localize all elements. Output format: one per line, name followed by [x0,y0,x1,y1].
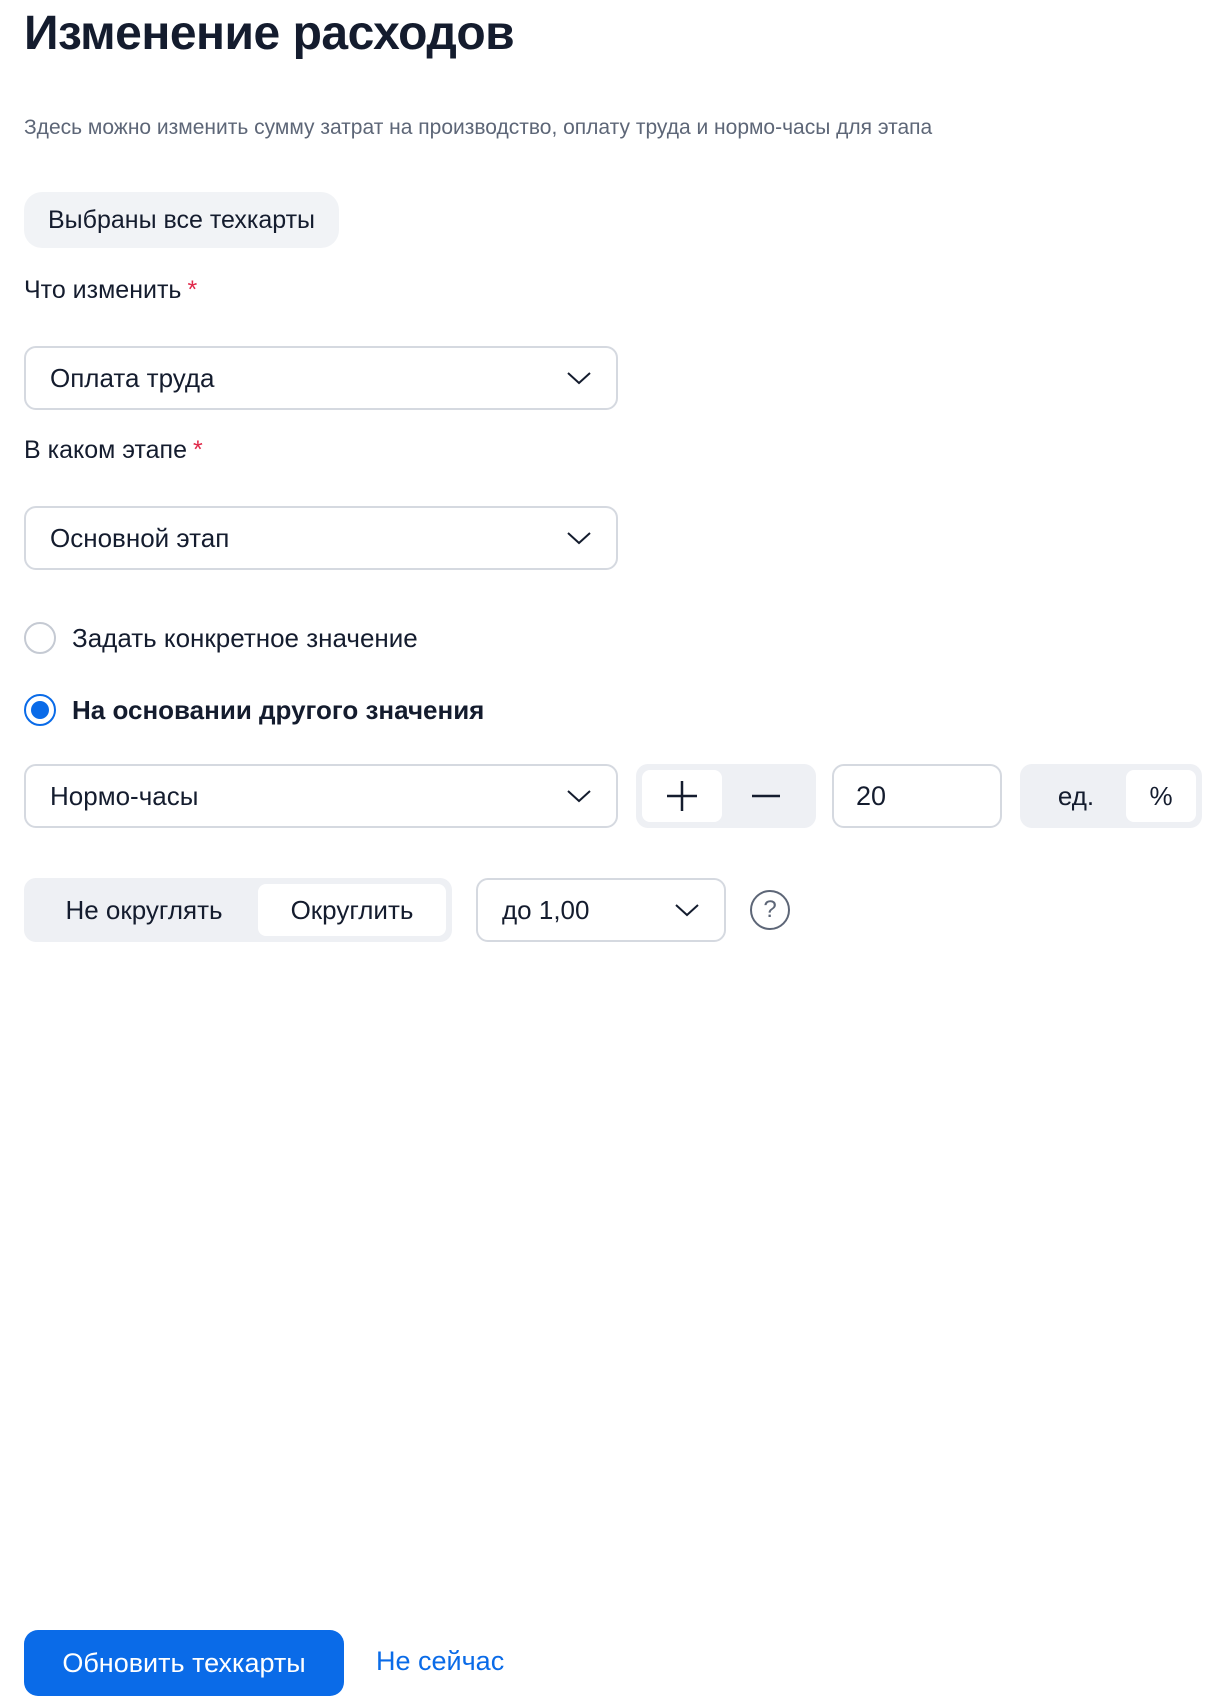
question-circle-icon[interactable]: ? [750,890,790,930]
plus-button[interactable] [642,770,722,822]
radio-label: На основании другого значения [72,694,485,725]
unit-option-units[interactable]: ед. [1026,770,1126,822]
stage-value: Основной этап [50,522,230,553]
amount-input[interactable]: 20 [832,764,1002,828]
radio-specific-value[interactable]: Задать конкретное значение [24,622,418,654]
required-mark: * [193,436,203,464]
precision-select[interactable]: до 1,00 [476,878,726,942]
unit-option-percent[interactable]: % [1126,770,1196,822]
chevron-down-icon [567,790,591,803]
minus-button[interactable] [722,770,810,822]
unit-toggle[interactable]: ед. % [1020,764,1202,828]
chevron-down-icon [567,532,591,545]
no-rounding-option[interactable]: Не округлять [30,884,258,936]
not-now-link[interactable]: Не сейчас [376,1646,504,1677]
radio-label: Задать конкретное значение [72,622,418,653]
minus-icon [752,794,780,798]
what-to-change-select[interactable]: Оплата труда [24,346,618,410]
what-to-change-value: Оплата труда [50,362,215,393]
stage-label-text: В каком этапе [24,436,187,464]
stage-label: В каком этапе * [24,436,203,465]
plus-icon [667,781,697,811]
change-expenses-page: Изменение расходов Здесь можно изменить … [0,0,1216,1704]
stage-select[interactable]: Основной этап [24,506,618,570]
page-title: Изменение расходов [24,7,515,60]
chevron-down-icon [675,904,699,917]
rounding-toggle[interactable]: Не округлять Округлить [24,878,452,942]
operation-toggle[interactable] [636,764,816,828]
base-value-select[interactable]: Нормо-часы [24,764,618,828]
what-to-change-label: Что изменить * [24,276,197,305]
radio-button[interactable] [24,622,56,654]
round-option[interactable]: Округлить [258,884,446,936]
precision-value: до 1,00 [502,894,590,925]
base-value-source: Нормо-часы [50,780,199,811]
radio-button-selected[interactable] [24,694,56,726]
page-description: Здесь можно изменить сумму затрат на про… [24,116,933,139]
required-mark: * [187,276,198,304]
update-techcards-button[interactable]: Обновить техкарты [24,1630,344,1696]
selected-techcards-chip[interactable]: Выбраны все техкарты [24,192,340,248]
radio-based-on-other[interactable]: На основании другого значения [24,694,484,726]
what-to-change-label-text: Что изменить [24,276,182,304]
chevron-down-icon [567,372,591,385]
